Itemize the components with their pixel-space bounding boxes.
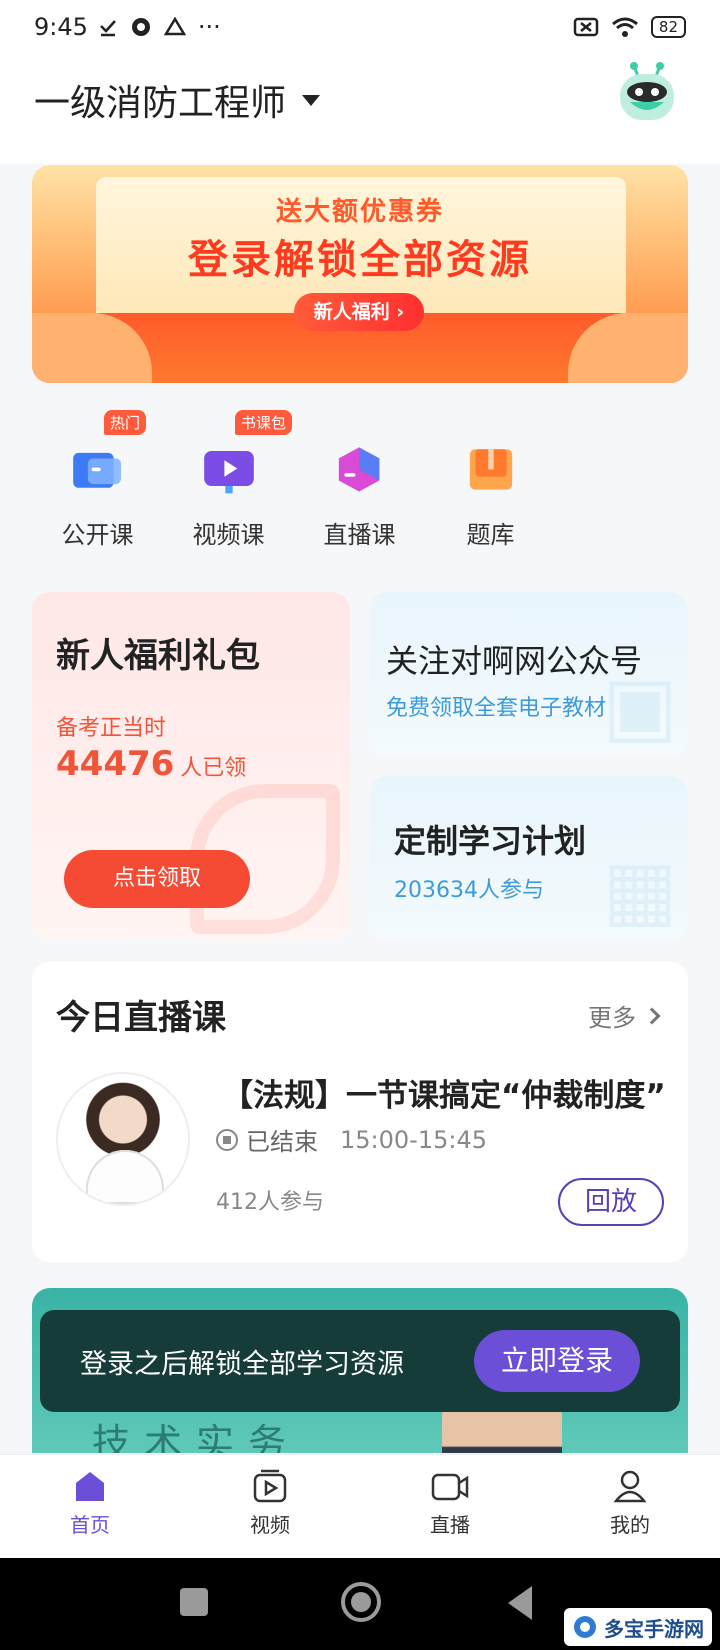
banner-subtitle: 送大额优惠券 (275, 197, 444, 227)
banner-newbie-button[interactable]: 新人福利 › (294, 293, 424, 331)
live-section-title: 今日直播课 (56, 998, 226, 1038)
quick-nav-live-class[interactable]: 直播课 (294, 410, 425, 550)
today-live-section: 今日直播课 更多 【法规】一节课搞定“仲裁制度” 已结束 15:00-15:45… (32, 962, 688, 1262)
study-plan-card[interactable]: ▦ 定制学习计划 203634人参与 (370, 776, 688, 940)
calendar-watermark-icon: ▦ (602, 843, 678, 936)
watermark-logo-icon (574, 1616, 596, 1638)
newbie-claimed-count: 44476 人已领 (56, 744, 246, 784)
battery-indicator: 82 (650, 16, 686, 38)
quick-nav-open-class[interactable]: 热门 公开课 (32, 410, 163, 550)
exam-title: 一级消防工程师 (34, 83, 287, 124)
replay-button[interactable]: 回放 (558, 1178, 664, 1226)
status-bar: 9:45 ··· 82 (0, 0, 720, 54)
quick-nav-label: 视频课 (192, 521, 265, 549)
wifi-icon (611, 17, 638, 37)
newbie-gift-card[interactable]: 新人福利礼包 备考正当时 44476 人已领 点击领取 (32, 592, 350, 940)
app-header: 一级消防工程师 (0, 54, 720, 164)
promo-banner[interactable]: 送大额优惠券 登录解锁全部资源 新人福利 › (32, 165, 688, 383)
tab-label: 首页 (70, 1513, 110, 1537)
live-more-link[interactable]: 更多 (588, 998, 661, 1033)
app-notification-icon (131, 18, 150, 36)
login-now-button[interactable]: 立即登录 (474, 1330, 640, 1392)
open-class-icon (72, 452, 121, 488)
live-class-icon (338, 447, 379, 492)
promo-text: 技术实务 (92, 1421, 301, 1453)
status-notification-icons: ··· (98, 13, 221, 41)
newbie-card-title: 新人福利礼包 (56, 636, 260, 676)
claimed-number: 44476 (56, 744, 175, 784)
login-prompt-message: 登录之后解锁全部学习资源 (80, 1349, 404, 1380)
tab-profile[interactable]: 我的 (540, 1455, 720, 1558)
newbie-card-subtitle: 备考正当时 (56, 716, 167, 741)
site-watermark: 多宝手游网 (564, 1608, 712, 1646)
status-label: 已结束 (246, 1128, 318, 1156)
home-icon (76, 1472, 104, 1501)
follow-card-subtitle: 免费领取全套电子教材 (386, 696, 607, 721)
caret-down-icon (302, 94, 321, 106)
teacher-avatar[interactable] (56, 1072, 190, 1206)
plan-card-subtitle: 203634人参与 (394, 878, 544, 903)
live-course-title[interactable]: 【法规】一节课搞定“仲裁制度” (222, 1070, 666, 1115)
chevron-right-icon (643, 1007, 661, 1024)
back-button[interactable] (508, 1586, 532, 1620)
follow-wechat-card[interactable]: ▣ 关注对啊网公众号 免费领取全套电子教材 (370, 592, 688, 756)
exam-selector[interactable]: 一级消防工程师 (34, 74, 321, 126)
quick-nav-label: 题库 (466, 521, 515, 549)
plan-card-title: 定制学习计划 (394, 822, 587, 860)
tab-video[interactable]: 视频 (180, 1455, 360, 1558)
quick-nav-label: 直播课 (323, 521, 396, 549)
quick-nav-video-class[interactable]: 书课包 视频课 (163, 410, 294, 550)
teacher-body (86, 1150, 164, 1204)
book-bundle-badge: 书课包 (235, 410, 293, 435)
sim-disabled-icon (573, 17, 599, 37)
hot-badge: 热门 (104, 410, 147, 435)
video-class-icon (203, 451, 254, 494)
tab-label: 直播 (430, 1513, 470, 1537)
bottom-tab-bar: 首页 视频 直播 我的 (0, 1454, 720, 1558)
live-course-status: 已结束 15:00-15:45 (216, 1122, 487, 1157)
tab-live[interactable]: 直播 (360, 1455, 540, 1558)
mascot-avatar[interactable] (616, 60, 678, 126)
drive-icon (163, 17, 186, 36)
quick-nav-question-bank[interactable]: 题库 (425, 410, 556, 550)
quick-nav: 热门 公开课 书课包 视频课 直播课 题库 (32, 410, 688, 550)
person-icon (613, 1470, 647, 1503)
recent-apps-button[interactable] (180, 1588, 208, 1616)
live-participants: 412人参与 (216, 1190, 324, 1215)
login-prompt-bar: 登录之后解锁全部学习资源 立即登录 (40, 1310, 680, 1412)
banner-title: 登录解锁全部资源 (188, 237, 532, 283)
status-system-icons: 82 (573, 16, 686, 38)
download-done-icon (100, 20, 116, 37)
ended-icon (216, 1128, 238, 1151)
tab-home[interactable]: 首页 (0, 1455, 180, 1558)
status-time: 9:45 (34, 13, 88, 41)
video-icon (253, 1469, 287, 1503)
more-label: 更多 (588, 1004, 636, 1032)
question-bank-icon (469, 449, 512, 490)
home-button[interactable] (341, 1582, 381, 1622)
claimed-unit: 人已领 (180, 756, 247, 781)
tab-label: 视频 (250, 1513, 290, 1537)
quick-nav-label: 公开课 (61, 521, 134, 549)
tab-label: 我的 (610, 1513, 650, 1537)
watermark-text: 多宝手游网 (604, 1616, 704, 1641)
camera-icon (431, 1473, 469, 1501)
more-notifications-icon: ··· (197, 13, 221, 41)
live-course-time: 15:00-15:45 (340, 1125, 487, 1154)
claim-button[interactable]: 点击领取 (64, 850, 250, 908)
follow-card-title: 关注对啊网公众号 (386, 642, 643, 680)
